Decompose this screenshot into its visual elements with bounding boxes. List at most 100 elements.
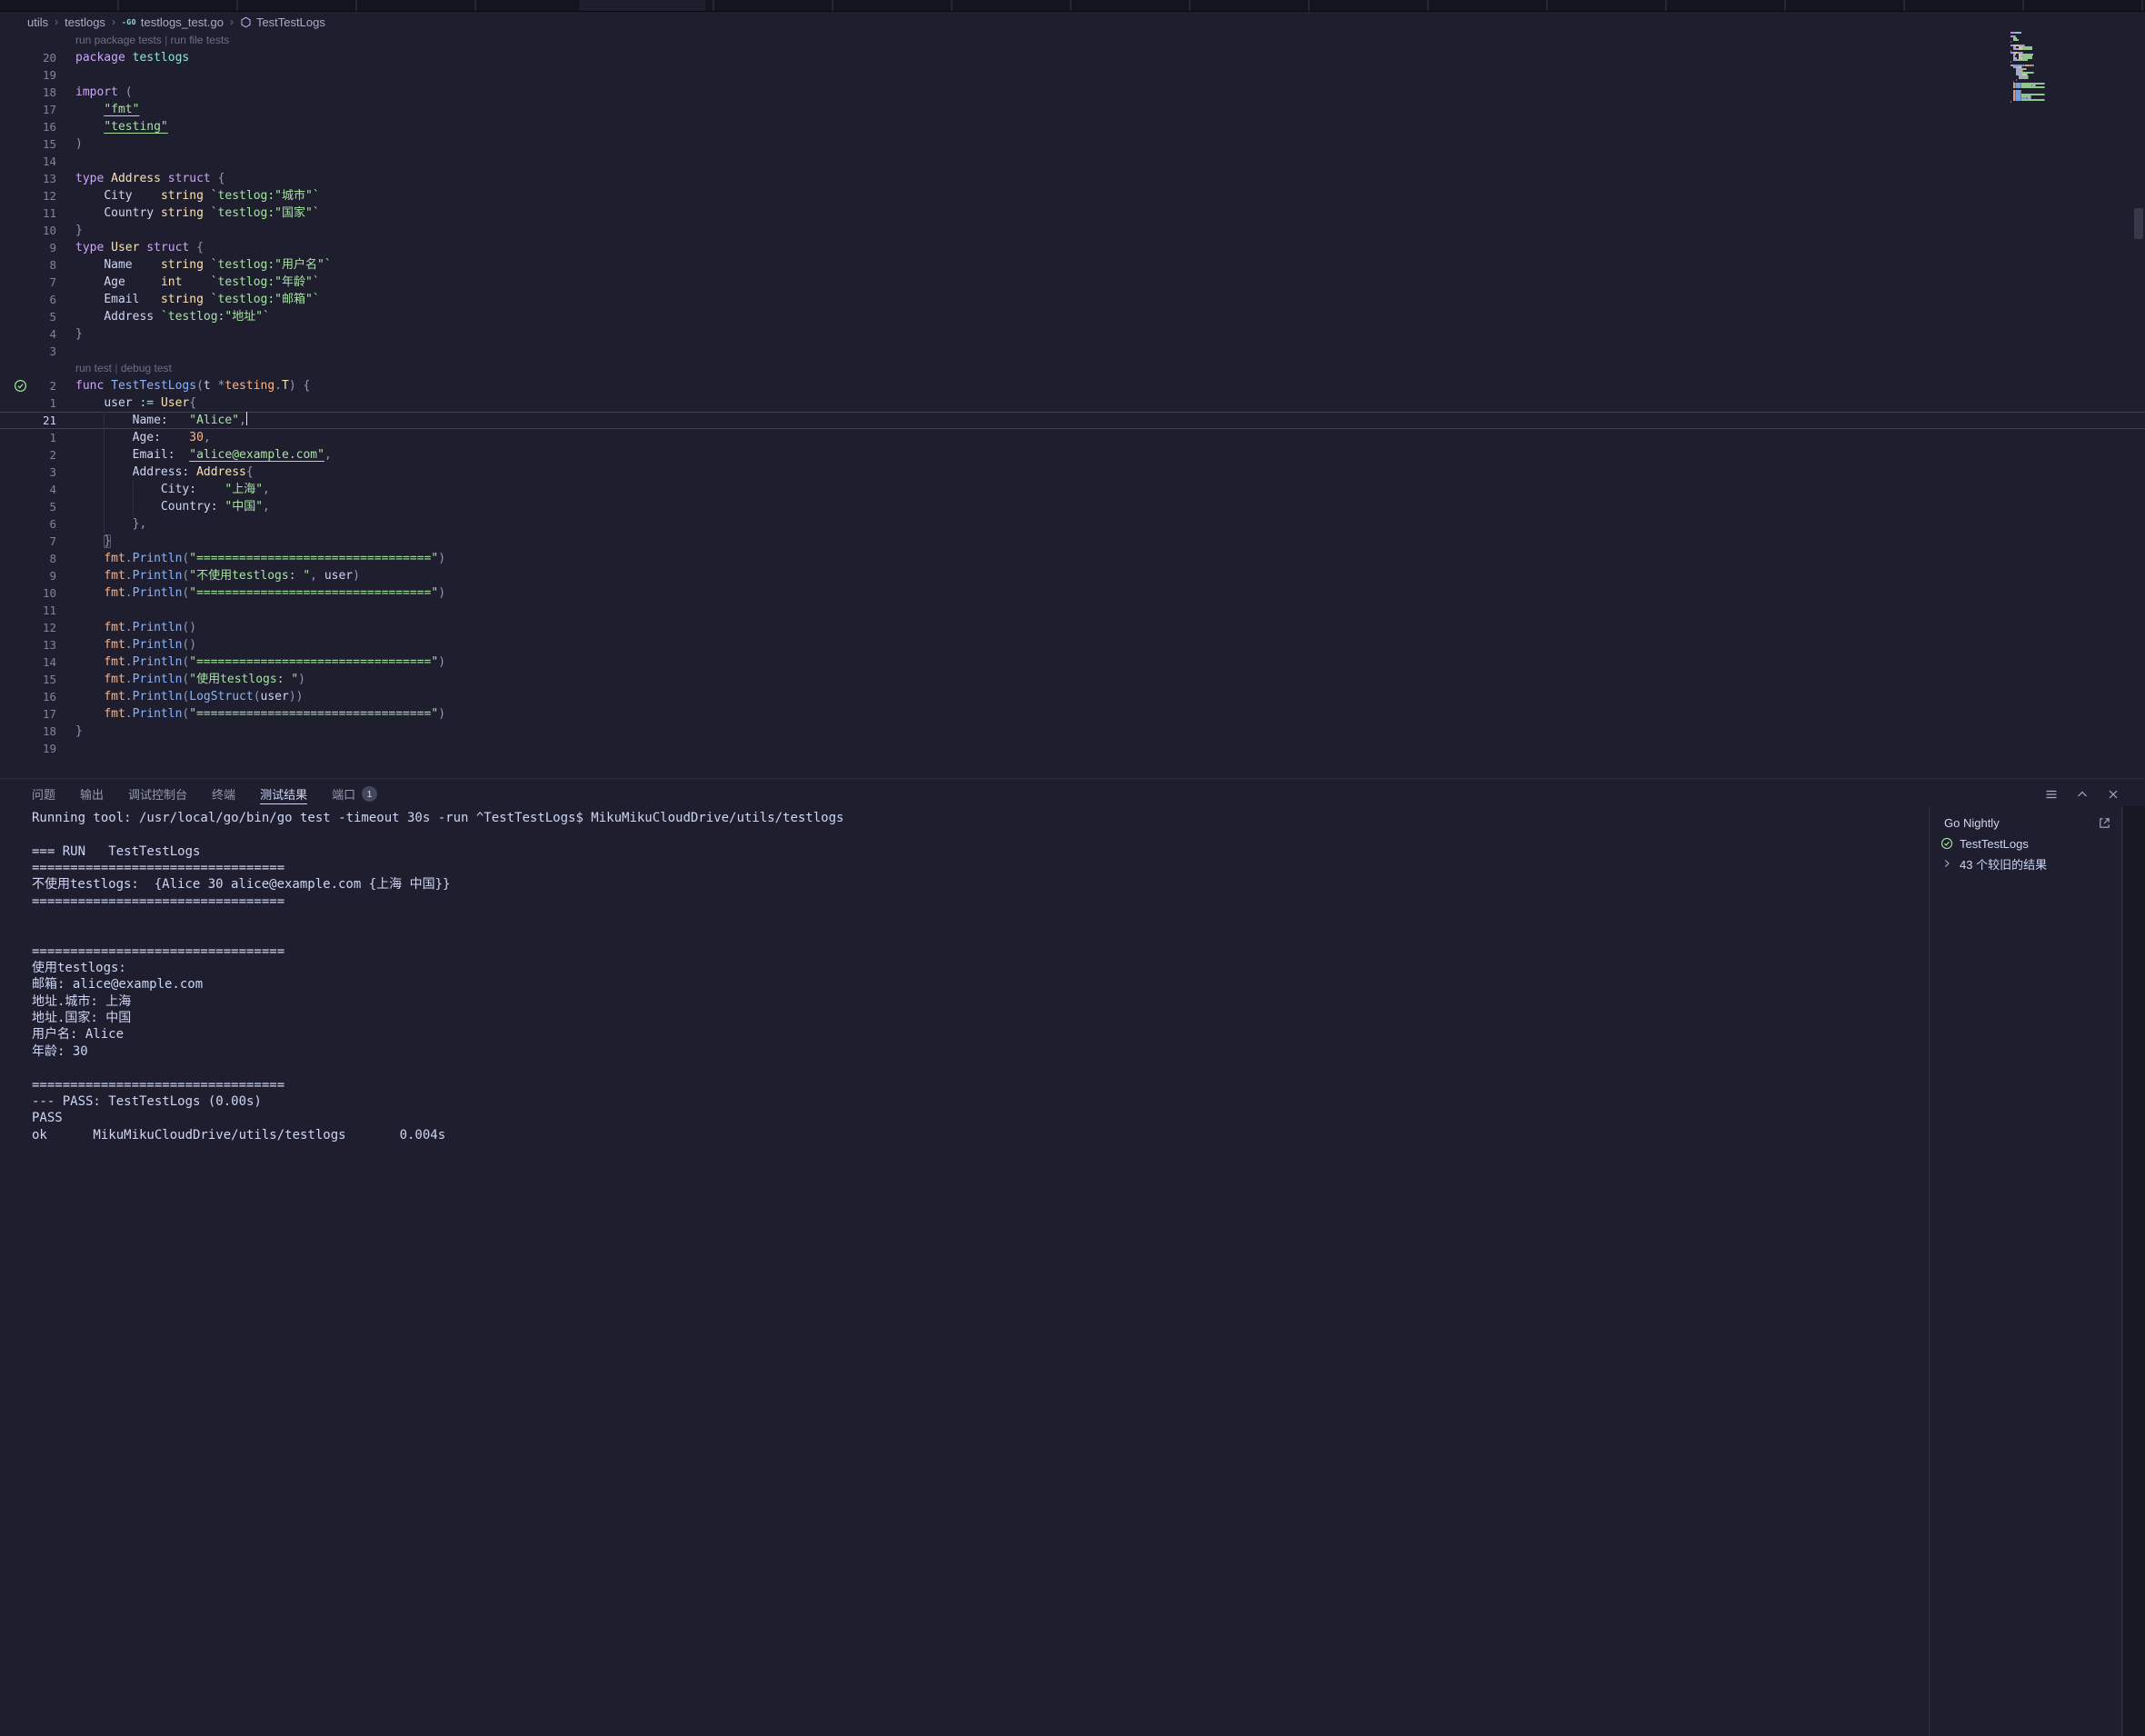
- breadcrumb-item[interactable]: utils: [27, 15, 48, 29]
- code-line[interactable]: Address: Address{: [56, 464, 2145, 481]
- line-number: 17: [33, 101, 56, 118]
- codelens-row: run test | debug test: [0, 360, 2145, 377]
- gutter: [0, 446, 33, 464]
- panel-right-gutter: [2123, 806, 2145, 1736]
- code-line[interactable]: Name: "Alice",: [56, 412, 2145, 429]
- editor-tab-bar[interactable]: [0, 0, 2145, 12]
- active-tab-hint[interactable]: [579, 0, 705, 11]
- code-line[interactable]: "fmt": [56, 101, 2145, 118]
- test-output[interactable]: Running tool: /usr/local/go/bin/go test …: [32, 810, 1918, 1736]
- code-row: 15): [0, 135, 2145, 153]
- code-line[interactable]: fmt.Println(LogStruct(user)): [56, 688, 2145, 705]
- gutter: [0, 274, 33, 291]
- code-line[interactable]: Name string `testlog:"用户名"`: [56, 256, 2145, 274]
- code-line[interactable]: }: [56, 325, 2145, 343]
- code-line[interactable]: fmt.Println(): [56, 636, 2145, 653]
- codelens-link[interactable]: run test: [75, 362, 112, 374]
- code-line[interactable]: [56, 153, 2145, 170]
- codelens[interactable]: run test | debug test: [56, 360, 2145, 377]
- gutter: [0, 222, 33, 239]
- code-line[interactable]: }: [56, 723, 2145, 740]
- minimap[interactable]: [2010, 32, 2094, 105]
- panel-tab-终端[interactable]: 终端: [212, 779, 235, 809]
- code-line[interactable]: ): [56, 135, 2145, 153]
- panel-tab-label: 问题: [32, 785, 55, 803]
- editor-scrollbar[interactable]: [2132, 32, 2145, 777]
- test-profile-label[interactable]: Go Nightly: [1944, 816, 2000, 830]
- code-line[interactable]: "testing": [56, 118, 2145, 135]
- code-line[interactable]: Country: "中国",: [56, 498, 2145, 515]
- breadcrumb-item[interactable]: TestTestLogs: [240, 15, 325, 29]
- code-row: 16 "testing": [0, 118, 2145, 135]
- code-line[interactable]: type Address struct {: [56, 170, 2145, 187]
- gutter: [0, 153, 33, 170]
- breadcrumb-item[interactable]: -GOtestlogs_test.go: [122, 15, 224, 29]
- panel-tab-输出[interactable]: 输出: [80, 779, 104, 809]
- line-number: [33, 32, 56, 49]
- code-row: 12 City string `testlog:"城市"`: [0, 187, 2145, 205]
- code-line[interactable]: fmt.Println("不使用testlogs: ", user): [56, 567, 2145, 584]
- line-number: 17: [33, 705, 56, 723]
- panel-tab-调试控制台[interactable]: 调试控制台: [128, 779, 187, 809]
- indent-guide: [104, 481, 105, 498]
- code-row: 1 Age: 30,: [0, 429, 2145, 446]
- output-line: 地址.城市: 上海: [32, 993, 1918, 1010]
- code-line[interactable]: fmt.Println("===========================…: [56, 653, 2145, 671]
- panel-tab-端口[interactable]: 端口1: [332, 779, 377, 809]
- code-line[interactable]: Age int `testlog:"年龄"`: [56, 274, 2145, 291]
- code-line[interactable]: Address `testlog:"地址"`: [56, 308, 2145, 325]
- code-line[interactable]: Email string `testlog:"邮箱"`: [56, 291, 2145, 308]
- code-row: 20package testlogs: [0, 49, 2145, 66]
- ports-badge: 1: [362, 786, 377, 802]
- indent-guide: [104, 498, 105, 515]
- code-editor[interactable]: run package tests | run file tests20pack…: [0, 32, 2145, 777]
- code-line[interactable]: Email: "alice@example.com",: [56, 446, 2145, 464]
- code-line[interactable]: fmt.Println("===========================…: [56, 550, 2145, 567]
- code-line[interactable]: Country string `testlog:"国家"`: [56, 205, 2145, 222]
- line-number: [33, 360, 56, 377]
- code-line[interactable]: fmt.Println(): [56, 619, 2145, 636]
- line-number: 1: [33, 394, 56, 412]
- scrollbar-thumb[interactable]: [2134, 208, 2143, 239]
- symbol-method-icon: [240, 16, 252, 28]
- panel-tab-问题[interactable]: 问题: [32, 779, 55, 809]
- code-line[interactable]: City: "上海",: [56, 481, 2145, 498]
- code-line[interactable]: fmt.Println("===========================…: [56, 584, 2145, 602]
- codelens-link[interactable]: run file tests: [171, 34, 230, 46]
- code-line[interactable]: City string `testlog:"城市"`: [56, 187, 2145, 205]
- code-line[interactable]: [56, 602, 2145, 619]
- panel-menu-icon[interactable]: [2043, 786, 2060, 803]
- older-results-toggle[interactable]: 43 个较旧的结果: [1930, 853, 2121, 873]
- code-line[interactable]: [56, 66, 2145, 84]
- codelens-link[interactable]: run package tests: [75, 34, 162, 46]
- output-line: =================================: [32, 1077, 1918, 1093]
- code-line[interactable]: [56, 740, 2145, 757]
- code-line[interactable]: }: [56, 222, 2145, 239]
- panel-maximize-icon[interactable]: [2074, 786, 2090, 803]
- code-line[interactable]: type User struct {: [56, 239, 2145, 256]
- panel-tab-测试结果[interactable]: 测试结果: [260, 779, 307, 809]
- codelens-link[interactable]: debug test: [121, 362, 172, 374]
- code-line[interactable]: Age: 30,: [56, 429, 2145, 446]
- code-line[interactable]: }: [56, 533, 2145, 550]
- code-line[interactable]: fmt.Println("===========================…: [56, 705, 2145, 723]
- codelens[interactable]: run package tests | run file tests: [56, 32, 2145, 49]
- breadcrumb-item[interactable]: testlogs: [65, 15, 105, 29]
- code-line[interactable]: package testlogs: [56, 49, 2145, 66]
- test-pass-gutter-icon[interactable]: [14, 379, 27, 393]
- panel-close-icon[interactable]: [2105, 786, 2121, 803]
- breadcrumb: utils›testlogs›-GOtestlogs_test.go›TestT…: [0, 12, 2145, 32]
- line-number: 1: [33, 429, 56, 446]
- code-line[interactable]: },: [56, 515, 2145, 533]
- open-output-icon[interactable]: [2096, 814, 2112, 831]
- gutter: [0, 688, 33, 705]
- code-line[interactable]: fmt.Println("使用testlogs: "): [56, 671, 2145, 688]
- code-line[interactable]: user := User{: [56, 394, 2145, 412]
- gutter: [0, 602, 33, 619]
- line-number: 21: [33, 412, 56, 429]
- code-line[interactable]: import (: [56, 84, 2145, 101]
- test-result-item[interactable]: TestTestLogs: [1930, 833, 2121, 853]
- code-line[interactable]: func TestTestLogs(t *testing.T) {: [56, 377, 2145, 394]
- code-line[interactable]: [56, 343, 2145, 360]
- older-results-label: 43 个较旧的结果: [1960, 855, 2047, 873]
